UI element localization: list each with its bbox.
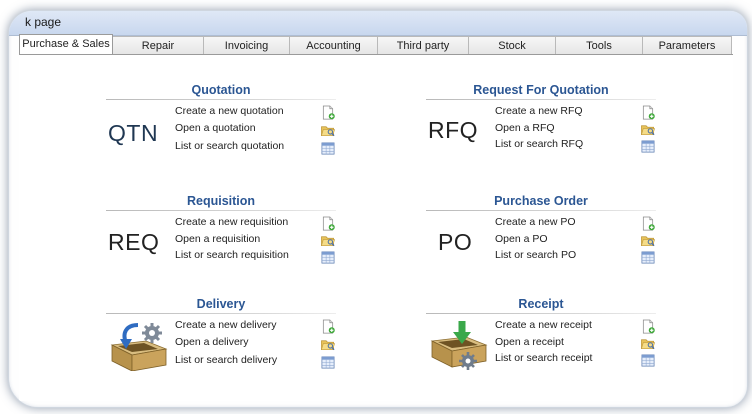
new-document-icon[interactable]	[640, 319, 656, 334]
divider	[106, 313, 336, 314]
new-document-icon[interactable]	[640, 105, 656, 120]
create-rfq-link[interactable]: Create a new RFQ	[495, 105, 583, 117]
open-requisition-link[interactable]: Open a requisition	[175, 233, 260, 245]
divider	[106, 99, 336, 100]
create-quotation-link[interactable]: Create a new quotation	[175, 105, 284, 117]
list-table-icon[interactable]	[320, 141, 336, 156]
list-quotation-link[interactable]: List or search quotation	[175, 140, 284, 152]
open-folder-icon[interactable]	[640, 233, 656, 248]
open-folder-icon[interactable]	[320, 337, 336, 352]
create-requisition-link[interactable]: Create a new requisition	[175, 216, 288, 228]
list-requisition-link[interactable]: List or search requisition	[175, 249, 289, 261]
list-table-icon[interactable]	[640, 353, 656, 368]
tab-purchase-sales[interactable]: Purchase & Sales	[19, 34, 113, 54]
requisition-abbr: REQ	[108, 229, 160, 255]
section-title: Receipt	[518, 297, 564, 311]
section-title: Purchase Order	[494, 194, 588, 208]
list-po-link[interactable]: List or search PO	[495, 249, 576, 261]
create-delivery-link[interactable]: Create a new delivery	[175, 319, 277, 331]
open-receipt-link[interactable]: Open a receipt	[495, 336, 564, 348]
new-document-icon[interactable]	[320, 216, 336, 231]
list-rfq-link[interactable]: List or search RFQ	[495, 138, 583, 150]
divider	[426, 313, 656, 314]
list-table-icon[interactable]	[640, 250, 656, 265]
quotation-abbr: QTN	[108, 120, 159, 146]
tab-tools[interactable]: Tools	[555, 36, 643, 54]
open-folder-icon[interactable]	[640, 122, 656, 137]
open-folder-icon[interactable]	[320, 233, 336, 248]
open-folder-icon[interactable]	[320, 123, 336, 138]
section-title: Requisition	[186, 194, 256, 208]
po-abbr: PO	[438, 229, 473, 255]
divider	[426, 210, 656, 211]
list-receipt-link[interactable]: List or search receipt	[495, 352, 592, 364]
tab-invoicing[interactable]: Invoicing	[203, 36, 290, 54]
open-po-link[interactable]: Open a PO	[495, 233, 548, 245]
tab-repair[interactable]: Repair	[112, 36, 204, 54]
window-title: k page	[25, 15, 62, 29]
new-document-icon[interactable]	[320, 105, 336, 120]
open-folder-icon[interactable]	[640, 336, 656, 351]
tab-accounting[interactable]: Accounting	[289, 36, 378, 54]
list-table-icon[interactable]	[640, 139, 656, 154]
divider	[426, 99, 656, 100]
create-receipt-link[interactable]: Create a new receipt	[495, 319, 592, 331]
section-title: Request For Quotation	[473, 83, 609, 97]
box-arrow-gear-icon	[430, 321, 488, 370]
tab-third-party[interactable]: Third party	[377, 36, 469, 54]
list-table-icon[interactable]	[320, 250, 336, 265]
open-quotation-link[interactable]: Open a quotation	[175, 122, 256, 134]
open-delivery-link[interactable]: Open a delivery	[175, 336, 249, 348]
list-delivery-link[interactable]: List or search delivery	[175, 354, 277, 366]
section-title: Delivery	[196, 297, 246, 311]
tab-content-purchase-sales: Quotation QTN Create a new quotation Ope…	[19, 54, 733, 401]
tab-stock[interactable]: Stock	[468, 36, 556, 54]
list-table-icon[interactable]	[320, 355, 336, 370]
divider	[106, 210, 336, 211]
section-title: Quotation	[191, 83, 251, 97]
create-po-link[interactable]: Create a new PO	[495, 216, 576, 228]
rfq-abbr: RFQ	[428, 117, 479, 143]
tab-bar: Purchase & Sales Repair Invoicing Accoun…	[19, 34, 733, 54]
new-document-icon[interactable]	[320, 319, 336, 334]
application-window: k page Purchase & Sales Repair Invoicing…	[8, 10, 748, 408]
open-rfq-link[interactable]: Open a RFQ	[495, 122, 555, 134]
new-document-icon[interactable]	[640, 216, 656, 231]
tab-parameters[interactable]: Parameters	[642, 36, 732, 54]
box-gear-icon	[110, 323, 168, 371]
title-bar: k page	[9, 11, 747, 36]
